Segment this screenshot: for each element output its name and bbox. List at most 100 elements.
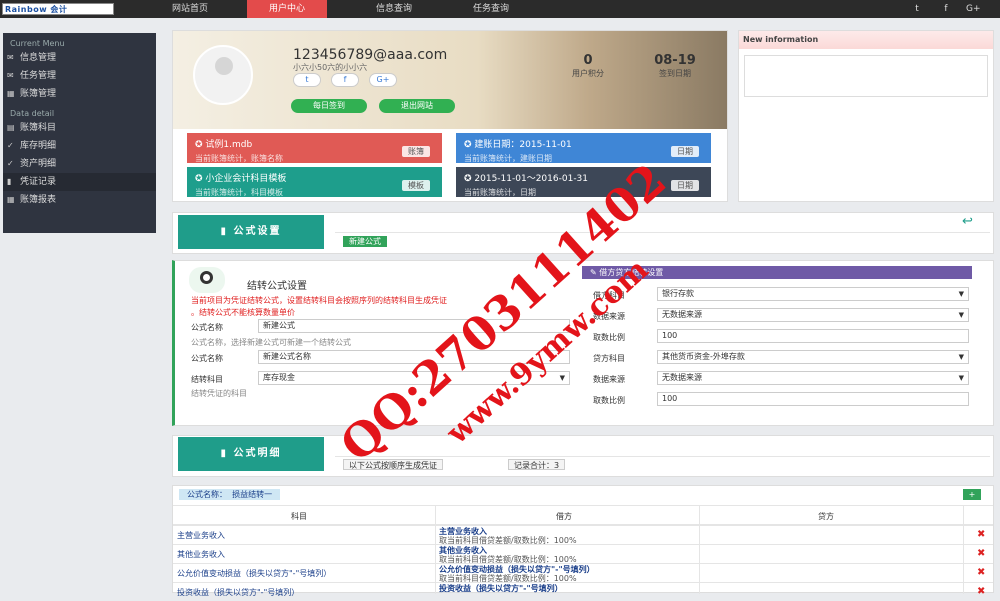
sidebar-item-task[interactable]: ✉ 任务管理 (3, 67, 156, 85)
twitter-icon[interactable]: t (293, 73, 321, 87)
nav-home[interactable]: 网站首页 (150, 0, 230, 18)
divider (335, 456, 990, 457)
logo[interactable]: Rainbow 会计 (2, 3, 114, 15)
data-source-select[interactable]: 无数据来源 ▼ (657, 308, 969, 322)
facebook-icon[interactable]: f (331, 73, 359, 87)
form-warning-line2: 。结转公式不能核算数量单价 (191, 308, 295, 317)
formula-name-select[interactable]: 新建公式 (258, 319, 570, 333)
debit-credit-header: ✎ 借方贷方结转设置 (582, 266, 972, 279)
sidebar-item-subjects[interactable]: ▤ 账簿科目 (3, 119, 156, 137)
card-date-range[interactable]: ✪ 2015-11-01～2016-01-31 当前账簿统计，日期 日期 (456, 167, 711, 197)
envelope-icon: ✉ (7, 53, 14, 62)
transfer-subject-hint: 结转凭证的科目 (191, 389, 247, 398)
sidebar-section-data-detail: Data detail (10, 109, 55, 118)
google-plus-icon[interactable]: G+ (369, 73, 397, 87)
document-icon: ▮ (7, 177, 12, 186)
nav-user-center[interactable]: 用户中心 (247, 0, 327, 18)
back-icon[interactable]: ↩ (962, 214, 973, 229)
table-row[interactable]: 主营业务收入 主营业务收入 取当前科目借贷差额/取数比例：100% ✖ (173, 525, 993, 545)
exit-site-button[interactable]: 退出网站 (379, 99, 455, 113)
card-badge: 账簿 (402, 146, 430, 157)
sidebar-item-label: 库存明细 (20, 141, 57, 151)
nav-task-query[interactable]: 任务查询 (451, 0, 531, 18)
debit-subject-label: 借方科目 (593, 291, 625, 300)
card-badge: 模板 (402, 180, 430, 191)
chart-icon: ▦ (7, 195, 15, 204)
sidebar-item-reports[interactable]: ▦ 账簿报表 (3, 191, 156, 209)
stat-points: 0 用户积分 (568, 53, 608, 79)
new-information-title: New information (739, 31, 993, 49)
form-warning-line1: 当前项目为凭证结转公式，设置结转科目会按照序列的结转科目生成凭证 (191, 296, 447, 305)
card-book-name[interactable]: ✪ 试例1.mdb 当前账簿统计，账簿名称 账簿 (187, 133, 442, 163)
stat-points-label: 用户积分 (572, 69, 604, 78)
check-icon: ✓ (7, 159, 14, 168)
sidebar-item-label: 账簿科目 (20, 123, 57, 133)
debit-subject-select[interactable]: 银行存款 ▼ (657, 287, 969, 301)
formula-name2-label: 公式名称 (191, 354, 223, 363)
avatar[interactable] (193, 45, 253, 105)
delete-icon[interactable]: ✖ (977, 529, 985, 540)
stat-sign-date-value: 08-19 (654, 53, 696, 68)
delete-icon[interactable]: ✖ (977, 548, 985, 559)
card-book-date[interactable]: ✪ 建账日期：2015-11-01 当前账簿统计，建账日期 日期 (456, 133, 711, 163)
col-subject: 科目 (291, 512, 307, 521)
tab-formula-detail[interactable]: ▮ 公式明细 (178, 437, 324, 471)
formula-name-input[interactable]: 新建公式名称 (258, 350, 570, 364)
top-bar: Rainbow 会计 网站首页 用户中心 信息查询 任务查询 t f G+ (0, 0, 1000, 18)
sidebar-item-label: 账簿管理 (20, 89, 57, 99)
table-row[interactable]: 公允价值变动损益（损失以贷方"-"号填列） 公允价值变动损益（损失以贷方"-"号… (173, 563, 993, 583)
transfer-subject-select[interactable]: 库存现金 ▼ (258, 371, 570, 385)
formula-form: 结转公式设置 当前项目为凭证结转公式，设置结转科目会按照序列的结转科目生成凭证 … (172, 260, 994, 426)
search-icon (189, 267, 225, 293)
row-debit: 其他业务收入 取当前科目借贷差额/取数比例：100% (439, 546, 577, 564)
check-icon: ✓ (7, 141, 14, 150)
row-debit: 主营业务收入 取当前科目借贷差额/取数比例：100% (439, 527, 577, 545)
ratio-input[interactable]: 100 (657, 329, 969, 343)
data-source2-select[interactable]: 无数据来源 ▼ (657, 371, 969, 385)
ratio-label: 取数比例 (593, 333, 625, 342)
grid-icon: ▦ (7, 89, 15, 98)
stat-points-value: 0 (583, 53, 593, 68)
add-icon[interactable]: + (963, 489, 981, 500)
table-header: 科目 借方 贷方 (173, 505, 993, 525)
sidebar-item-label: 凭证记录 (20, 177, 57, 187)
daily-sign-button[interactable]: 每日签到 (291, 99, 367, 113)
table-row[interactable]: 投资收益（损失以贷方"-"号填列） 投资收益（损失以贷方"-"号填列） ✖ (173, 582, 993, 601)
new-information-panel: New information (738, 30, 994, 202)
sidebar-item-label: 账簿报表 (20, 195, 57, 205)
tab-formula-settings[interactable]: ▮ 公式设置 (178, 215, 324, 249)
sidebar-item-label: 资产明细 (20, 159, 57, 169)
new-formula-button[interactable]: 新建公式 (343, 236, 387, 247)
sidebar-item-assets[interactable]: ✓ 资产明细 (3, 155, 156, 173)
col-credit: 贷方 (818, 512, 834, 521)
credit-subject-select[interactable]: 其他货币资金-外埠存款 ▼ (657, 350, 969, 364)
profile-background (173, 31, 727, 129)
sidebar-item-inventory[interactable]: ✓ 库存明细 (3, 137, 156, 155)
dropdown-arrow-icon: ▼ (559, 374, 565, 382)
twitter-icon[interactable]: t (910, 2, 924, 16)
sidebar-item-books[interactable]: ▦ 账簿管理 (3, 85, 156, 103)
card-badge: 日期 (671, 146, 699, 157)
formula-name-label: 公式名称 (191, 323, 223, 332)
sidebar: Current Menu ✉ 信息管理 ✉ 任务管理 ▦ 账簿管理 Data deta… (3, 33, 156, 233)
sidebar-item-info[interactable]: ✉ 信息管理 (3, 49, 156, 67)
row-debit: 投资收益（损失以贷方"-"号填列） (439, 584, 563, 593)
dropdown-arrow-icon: ▼ (958, 353, 964, 361)
table-icon: ▤ (7, 123, 15, 132)
generate-order-button[interactable]: 以下公式按顺序生成凭证 (343, 459, 443, 470)
sidebar-item-vouchers[interactable]: ▮ 凭证记录 (3, 173, 156, 191)
dropdown-arrow-icon: ▼ (958, 374, 964, 382)
dropdown-arrow-icon: ▼ (958, 311, 964, 319)
facebook-icon[interactable]: f (939, 2, 953, 16)
table-row[interactable]: 其他业务收入 其他业务收入 取当前科目借贷差额/取数比例：100% ✖ (173, 544, 993, 564)
delete-icon[interactable]: ✖ (977, 586, 985, 597)
nav-info-query[interactable]: 信息查询 (354, 0, 434, 18)
card-template[interactable]: ✪ 小企业会计科目模板 当前账簿统计，科目模板 模板 (187, 167, 442, 197)
google-plus-icon[interactable]: G+ (966, 2, 981, 16)
broken-image (744, 55, 988, 97)
data-source-label: 数据来源 (593, 312, 625, 321)
ratio2-input[interactable]: 100 (657, 392, 969, 406)
ratio2-label: 取数比例 (593, 396, 625, 405)
delete-icon[interactable]: ✖ (977, 567, 985, 578)
formula-name-hint: 公式名称，选择新建公式可新建一个结转公式 (191, 338, 351, 347)
